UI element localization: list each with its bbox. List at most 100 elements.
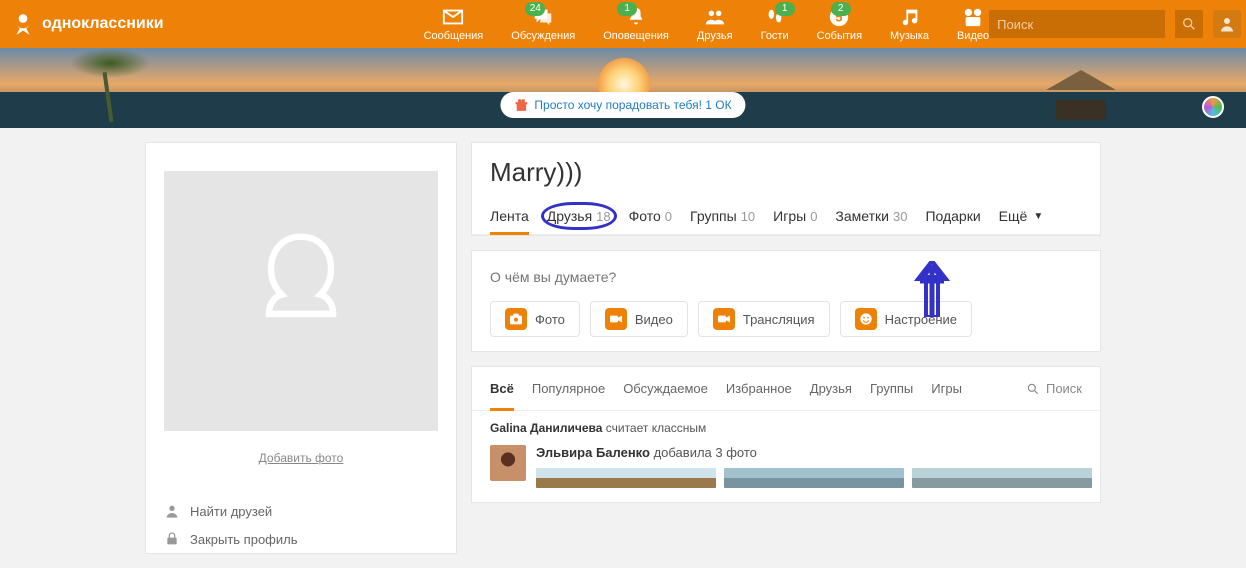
brand-text: одноклассники <box>42 15 164 33</box>
feed-tab-discussed[interactable]: Обсуждаемое <box>623 377 708 400</box>
avatar-box <box>164 161 438 441</box>
feed-search-button[interactable]: Поиск <box>1026 381 1082 396</box>
attach-video-button[interactable]: Видео <box>590 301 688 337</box>
link-label: Найти друзей <box>190 504 272 519</box>
thumbnail[interactable] <box>912 468 1092 488</box>
top-bar: одноклассники Сообщения 24 Обсуждения 1 … <box>0 0 1246 48</box>
ok-logo-icon <box>10 11 36 37</box>
page-layout: Добавить фото Найти друзей Закрыть профи… <box>0 128 1246 568</box>
smile-icon <box>858 311 874 327</box>
add-photo-link[interactable]: Добавить фото <box>146 451 456 489</box>
tab-friends[interactable]: Друзья 18 <box>547 202 611 234</box>
search-icon <box>1026 382 1040 396</box>
badge: 1 <box>775 2 795 16</box>
post-author[interactable]: Эльвира Баленко <box>536 445 650 460</box>
top-avatar[interactable] <box>1213 10 1241 38</box>
lock-icon <box>164 531 180 547</box>
feed-tab-groups[interactable]: Группы <box>870 377 913 400</box>
cover-promo-text: Просто хочу порадовать тебя! 1 ОК <box>534 98 731 112</box>
person-icon <box>164 503 180 519</box>
thumbnail[interactable] <box>724 468 904 488</box>
nav-label: Музыка <box>890 30 929 42</box>
tab-groups[interactable]: Группы10 <box>690 202 755 234</box>
feed-credit: Galina Даниличева считает классным <box>490 421 1082 435</box>
thumbnail[interactable] <box>536 468 716 488</box>
nav-music[interactable]: Музыка <box>890 6 929 42</box>
top-nav: Сообщения 24 Обсуждения 1 Оповещения Дру… <box>424 6 990 42</box>
feed-tab-fav[interactable]: Избранное <box>726 377 792 400</box>
cover-theme-button[interactable] <box>1202 96 1224 118</box>
avatar-placeholder[interactable] <box>164 171 438 431</box>
nav-label: События <box>817 30 862 42</box>
badge: 2 <box>831 2 851 16</box>
side-links: Найти друзей Закрыть профиль <box>146 489 456 553</box>
tab-feed[interactable]: Лента <box>490 202 529 234</box>
search-wrap <box>989 10 1241 38</box>
search-button[interactable] <box>1175 10 1203 38</box>
user-icon <box>1218 15 1236 33</box>
link-label: Закрыть профиль <box>190 532 298 547</box>
composer-buttons: Фото Видео Трансляция Настроение <box>490 301 1082 337</box>
tab-gifts[interactable]: Подарки <box>925 202 980 234</box>
chevron-down-icon: ▼ <box>1033 211 1043 222</box>
search-input[interactable] <box>989 10 1165 38</box>
gift-icon <box>514 98 528 112</box>
nav-messages[interactable]: Сообщения <box>424 6 484 42</box>
nav-friends[interactable]: Друзья <box>697 6 733 42</box>
mood-button[interactable]: Настроение <box>840 301 972 337</box>
feed-tab-friends[interactable]: Друзья <box>810 377 852 400</box>
nav-notifications[interactable]: 1 Оповещения <box>603 6 669 42</box>
feed-tab-games[interactable]: Игры <box>931 377 962 400</box>
find-friends-link[interactable]: Найти друзей <box>164 497 438 525</box>
post-avatar[interactable] <box>490 445 526 481</box>
nav-label: Обсуждения <box>511 30 575 42</box>
main-column: Marry))) Лента Друзья 18 Фото0 Группы10 … <box>471 142 1101 503</box>
nav-label: Оповещения <box>603 30 669 42</box>
music-icon <box>899 6 921 28</box>
post-header: Эльвира Баленко добавила 3 фото <box>536 445 1092 460</box>
broadcast-icon <box>716 311 732 327</box>
tab-more[interactable]: Ещё▼ <box>999 202 1044 234</box>
feed-post: Эльвира Баленко добавила 3 фото <box>490 445 1082 488</box>
profile-header-card: Marry))) Лента Друзья 18 Фото0 Группы10 … <box>471 142 1101 236</box>
badge: 1 <box>617 2 637 16</box>
stream-button[interactable]: Трансляция <box>698 301 830 337</box>
badge: 24 <box>525 2 545 16</box>
cover-promo-button[interactable]: Просто хочу порадовать тебя! 1 ОК <box>500 92 745 118</box>
left-sidebar: Добавить фото Найти друзей Закрыть профи… <box>145 142 457 554</box>
hut-decor <box>1036 82 1126 120</box>
people-icon <box>704 6 726 28</box>
credit-name[interactable]: Galina Даниличева <box>490 421 602 435</box>
search-icon <box>1181 16 1197 32</box>
tab-notes[interactable]: Заметки30 <box>835 202 907 234</box>
nav-discussions[interactable]: 24 Обсуждения <box>511 6 575 42</box>
attach-photo-button[interactable]: Фото <box>490 301 580 337</box>
nav-guests[interactable]: 1 Гости <box>761 6 789 42</box>
video-icon <box>962 6 984 28</box>
site-logo[interactable]: одноклассники <box>10 11 164 37</box>
nav-label: Друзья <box>697 30 733 42</box>
nav-video[interactable]: Видео <box>957 6 989 42</box>
nav-label: Гости <box>761 30 789 42</box>
lock-profile-link[interactable]: Закрыть профиль <box>164 525 438 553</box>
palm-decor <box>60 48 160 122</box>
envelope-icon <box>442 6 464 28</box>
post-thumbnails <box>536 468 1092 488</box>
composer-input[interactable] <box>490 265 1082 301</box>
feed-card: Всё Популярное Обсуждаемое Избранное Дру… <box>471 366 1101 503</box>
cover-banner: Просто хочу порадовать тебя! 1 ОК <box>0 48 1246 128</box>
profile-name: Marry))) <box>490 157 1082 188</box>
feed-tabs: Всё Популярное Обсуждаемое Избранное Дру… <box>472 367 1100 411</box>
nav-events[interactable]: 5 2 События <box>817 6 862 42</box>
nav-label: Видео <box>957 30 989 42</box>
nav-label: Сообщения <box>424 30 484 42</box>
tab-photos[interactable]: Фото0 <box>629 202 672 234</box>
camcorder-icon <box>608 311 624 327</box>
camera-icon <box>508 311 524 327</box>
composer-card: Фото Видео Трансляция Настроение <box>471 250 1101 352</box>
feed-tab-popular[interactable]: Популярное <box>532 377 605 400</box>
feed-tab-all[interactable]: Всё <box>490 377 514 400</box>
tab-games[interactable]: Игры0 <box>773 202 817 234</box>
credit-action: считает классным <box>606 421 707 435</box>
profile-tabs: Лента Друзья 18 Фото0 Группы10 Игры0 Зам… <box>472 202 1100 235</box>
